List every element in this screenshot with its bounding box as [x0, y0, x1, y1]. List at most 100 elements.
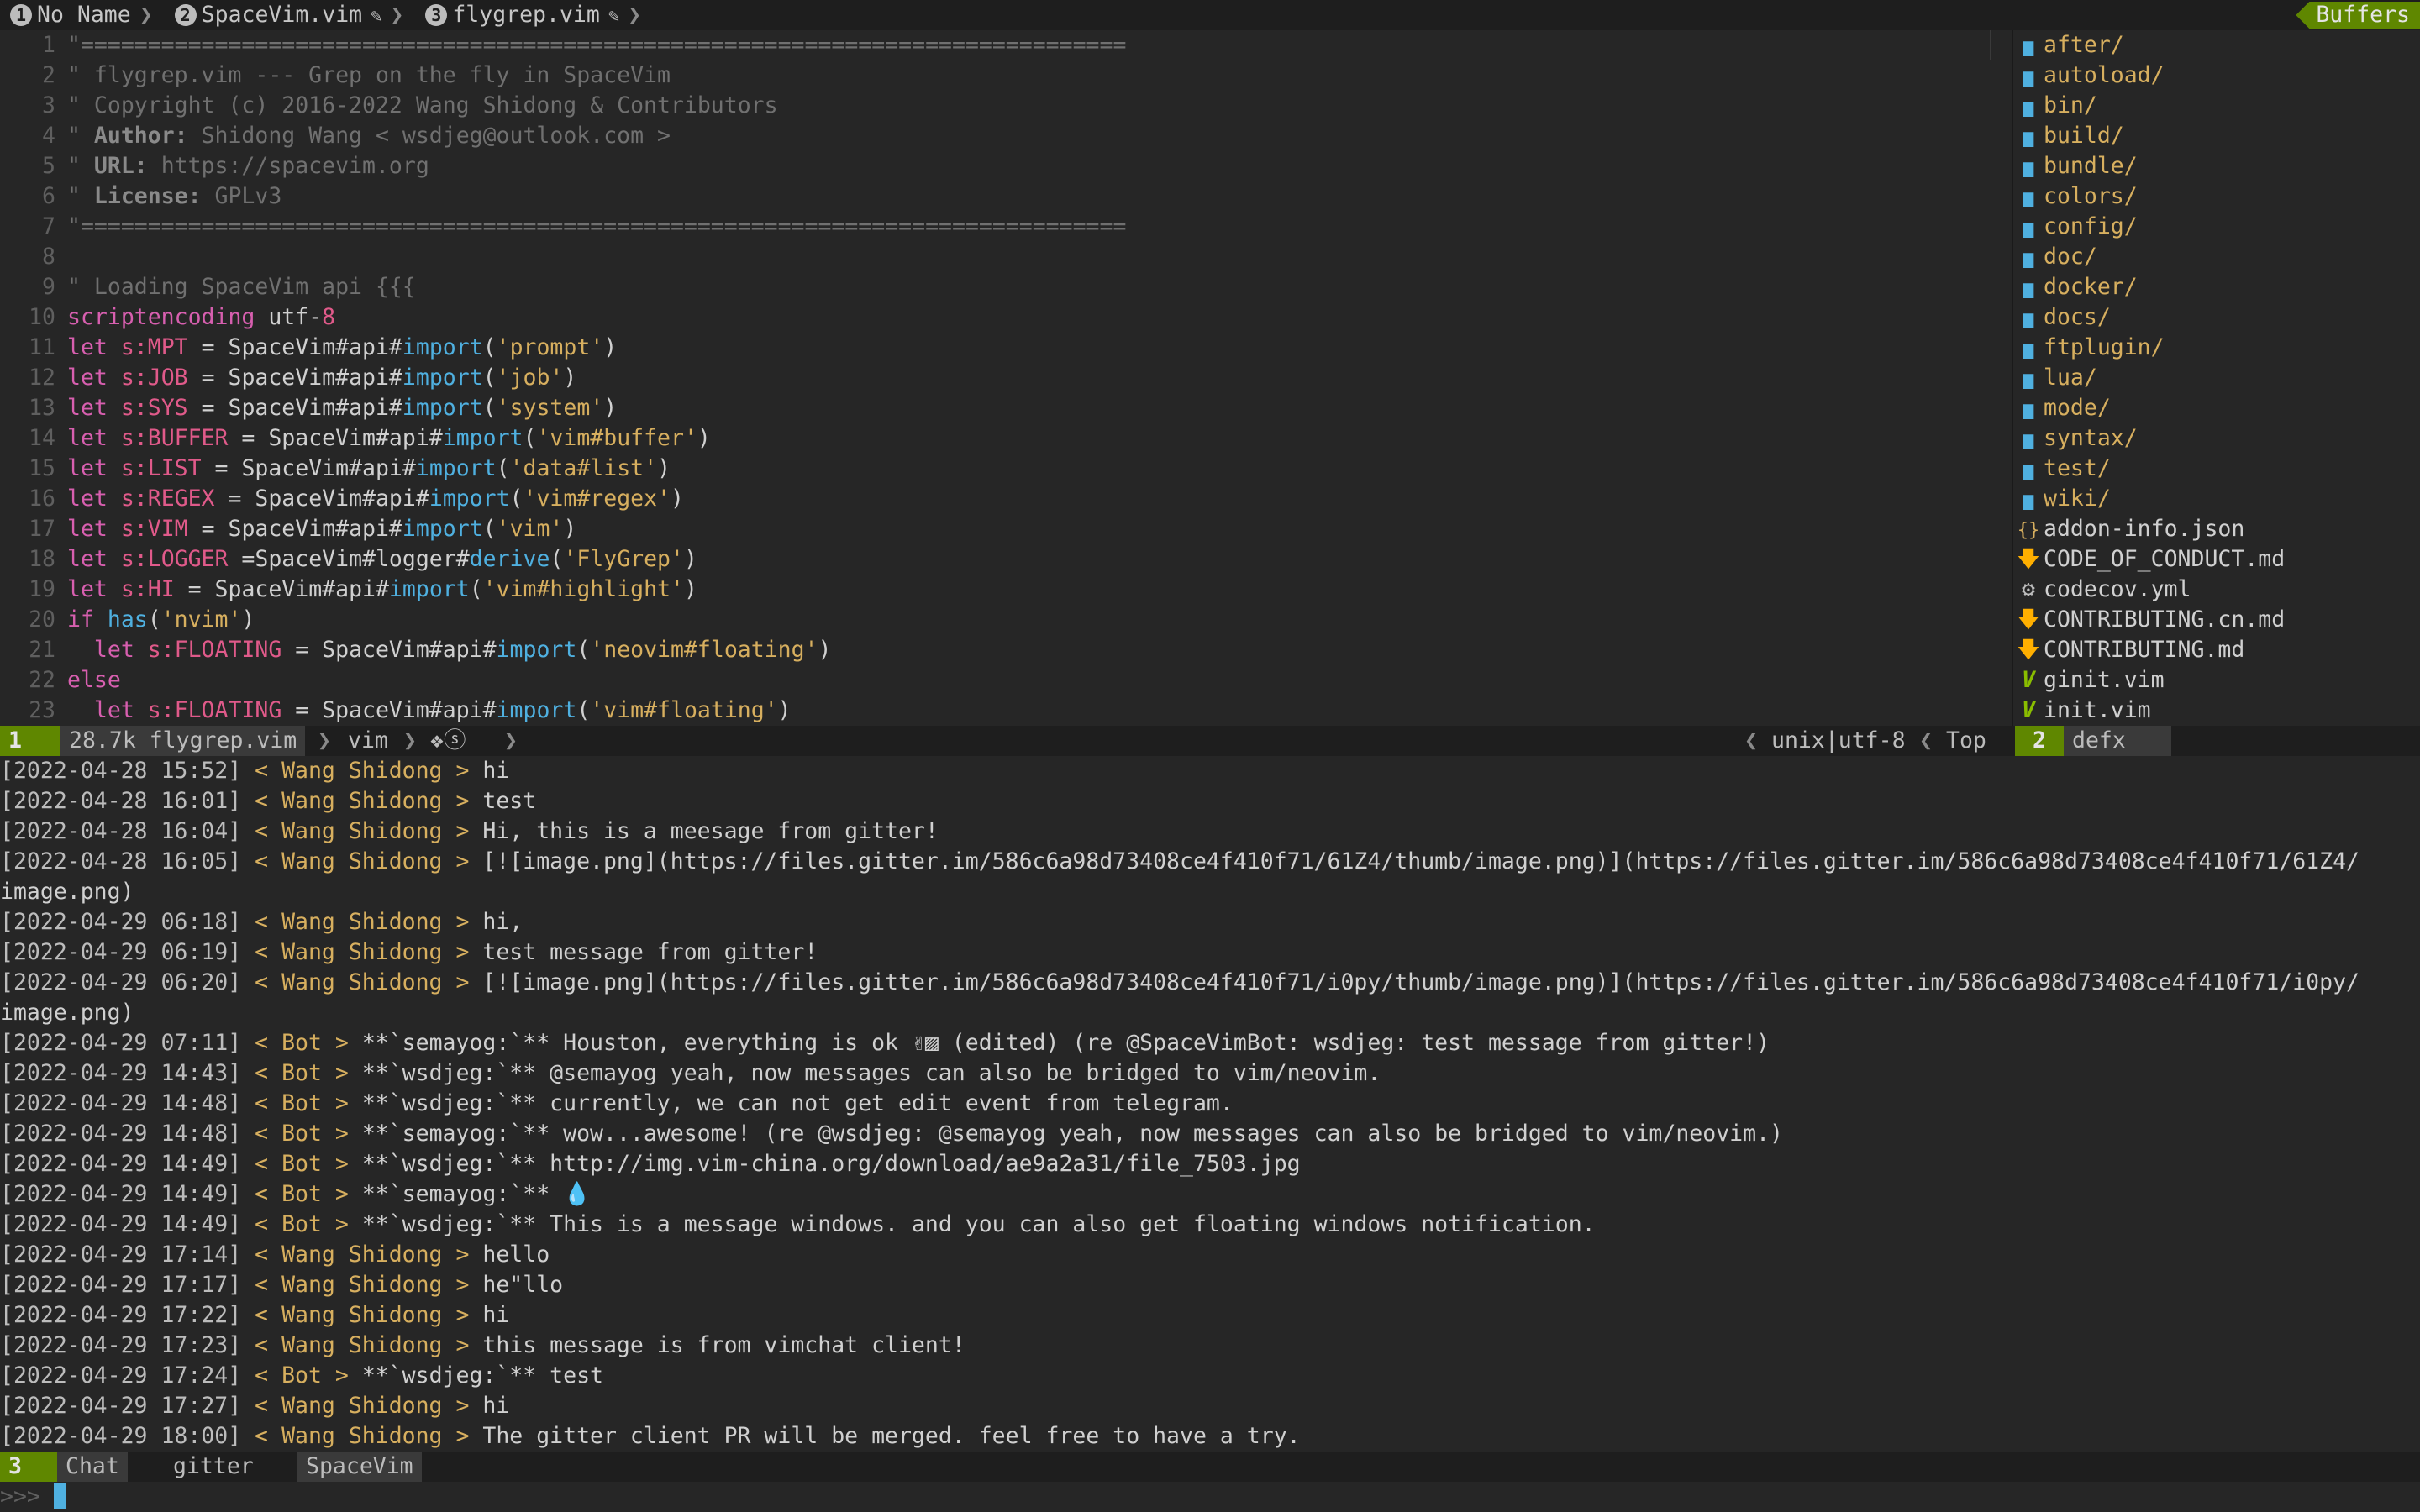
folder-icon: ▆ [2023, 36, 2034, 56]
code-token: = [228, 546, 255, 572]
tree-item[interactable]: ▆ ftplugin/ [2013, 333, 2420, 363]
code-token: let [67, 455, 121, 481]
tree-item[interactable]: Vinit.vim [2013, 696, 2420, 726]
line-number: 17 [29, 516, 55, 542]
tree-item[interactable]: 🡇 CODE_OF_CONDUCT.md [2013, 544, 2420, 575]
nick-bracket: > [321, 1181, 362, 1207]
code-token: else [67, 667, 121, 693]
code-line: 5 " URL: https://spacevim.org [0, 151, 2010, 181]
tree-item[interactable]: ▆ build/ [2013, 121, 2420, 151]
code-token: ( [482, 365, 497, 391]
chevron-left-icon: ❮ [1919, 727, 1933, 753]
code-token: s:BUFFER [120, 425, 229, 451]
nick-bracket: > [321, 1151, 362, 1177]
defx-file-tree[interactable]: ▆ after/ ▆ autoload/ ▆ bin/ ▆ build/ ▆ bundle/ ▆ co… [2012, 30, 2420, 726]
nick-bracket: > [321, 1060, 362, 1086]
chat-message: [2022-04-28 16:04] < Wang Shidong > Hi, … [0, 816, 2420, 847]
nick-bracket: < [241, 1362, 282, 1389]
message-author: Wang Shidong [281, 939, 443, 965]
editor-pane[interactable]: 1 "======================================… [0, 30, 2010, 726]
message-text: **`wsdjeg:`** @semayog yeah, now message… [361, 1060, 1381, 1086]
nick-bracket: < [241, 969, 282, 995]
folder-icon: ▆ [2023, 369, 2034, 389]
code-token: 'vim#buffer' [536, 425, 697, 451]
tree-item-label: config/ [2044, 213, 2138, 239]
code-token: let [67, 697, 148, 723]
line-number: 21 [29, 637, 55, 663]
chat-channel: SpaceVim [297, 1452, 422, 1482]
code-token: " Copyright (c) 2016-2022 Wang Shidong &… [67, 92, 778, 118]
code-token: ) [241, 606, 255, 633]
code-token: SpaceVim#logger# [255, 546, 470, 572]
tree-item-label: bin/ [2044, 92, 2097, 118]
tree-item[interactable]: ▆ wiki/ [2013, 484, 2420, 514]
text-cursor [53, 1483, 66, 1509]
tree-item-label: after/ [2044, 32, 2124, 58]
nick-bracket: < [241, 1151, 282, 1177]
tree-item[interactable]: Vginit.vim [2013, 665, 2420, 696]
tab-2[interactable]: 2 SpaceVim.vim ✎ ❯ [165, 0, 416, 32]
folder-icon: ▆ [2023, 490, 2034, 510]
tree-item[interactable]: ▆ autoload/ [2013, 60, 2420, 91]
message-text: hello [482, 1242, 550, 1268]
line-number: 6 [42, 183, 55, 209]
chat-message: [2022-04-29 06:18] < Wang Shidong > hi, [0, 907, 2420, 937]
tab-1[interactable]: 1 No Name ❯ [0, 0, 165, 30]
code-token: s:FLOATING [147, 697, 282, 723]
nick-bracket: > [442, 1393, 483, 1419]
tab-3[interactable]: 3 flygrep.vim ✎ ❯ [415, 0, 653, 32]
tree-item[interactable]: ▆ bundle/ [2013, 151, 2420, 181]
tree-item[interactable]: ▆ config/ [2013, 212, 2420, 242]
code-token: 'nvim' [160, 606, 242, 633]
tab-label: SpaceVim.vim [201, 2, 363, 28]
tree-item[interactable]: {} addon-info.json [2013, 514, 2420, 544]
code-token: s:REGEX [120, 486, 215, 512]
chat-message: [2022-04-29 06:20] < Wang Shidong > [![i… [0, 968, 2420, 998]
tree-item[interactable]: ▆ test/ [2013, 454, 2420, 484]
tree-item[interactable]: ▆ docs/ [2013, 302, 2420, 333]
tree-item[interactable]: ⚙ codecov.yml [2013, 575, 2420, 605]
chevron-right-icon: ❯ [139, 2, 153, 28]
message-timestamp: [2022-04-29 17:23] [0, 1332, 242, 1358]
tree-item[interactable]: 🡇 CONTRIBUTING.md [2013, 635, 2420, 665]
nick-bracket: > [442, 969, 483, 995]
code-token: SpaceVim#api# [228, 334, 402, 360]
code-token: let [67, 637, 148, 663]
tree-item[interactable]: ▆ bin/ [2013, 91, 2420, 121]
code-token: let [67, 486, 121, 512]
code-token: ) [683, 576, 697, 602]
message-author: Bot [281, 1060, 322, 1086]
code-token: SpaceVim#api# [228, 365, 402, 391]
line-number: 13 [29, 395, 55, 421]
tree-item[interactable]: ▆ mode/ [2013, 393, 2420, 423]
tree-item-label: init.vim [2044, 697, 2151, 723]
tree-item[interactable]: ▆ docker/ [2013, 272, 2420, 302]
message-text: **`wsdjeg:`** This is a message windows.… [361, 1211, 1596, 1237]
tree-item[interactable]: ▆ syntax/ [2013, 423, 2420, 454]
message-author: Wang Shidong [281, 909, 443, 935]
code-token: ( [550, 546, 564, 572]
message-text: Hi, this is a meesage from gitter! [482, 818, 939, 844]
nick-bracket: > [442, 1332, 483, 1358]
tree-item[interactable]: ▆ doc/ [2013, 242, 2420, 272]
tree-item[interactable]: 🡇 CONTRIBUTING.cn.md [2013, 605, 2420, 635]
chat-messages[interactable]: [2022-04-28 15:52] < Wang Shidong > hi [2… [0, 756, 2420, 1452]
tree-item[interactable]: ▆ colors/ [2013, 181, 2420, 212]
code-token: let [67, 365, 121, 391]
chat-message: [2022-04-29 17:22] < Wang Shidong > hi [0, 1300, 2420, 1331]
chat-message-continuation: image.png) [0, 998, 2420, 1028]
message-timestamp: [2022-04-29 14:43] [0, 1060, 242, 1086]
color-column [1990, 30, 1991, 60]
chevron-right-icon: ❯ [628, 2, 642, 28]
chat-input[interactable]: >>> [0, 1482, 2420, 1512]
code-token: Author: [93, 123, 188, 149]
nick-bracket: < [241, 1211, 282, 1237]
tree-item[interactable]: ▆ lua/ [2013, 363, 2420, 393]
tree-item[interactable]: ▆ after/ [2013, 30, 2420, 60]
nick-bracket: > [321, 1030, 362, 1056]
tree-item-label: doc/ [2044, 244, 2097, 270]
code-token: ( [147, 606, 161, 633]
message-text: this message is from vimchat client! [482, 1332, 965, 1358]
buffers-label[interactable]: Buffers [2296, 2, 2420, 29]
chat-message-continuation: image.png) [0, 877, 2420, 907]
